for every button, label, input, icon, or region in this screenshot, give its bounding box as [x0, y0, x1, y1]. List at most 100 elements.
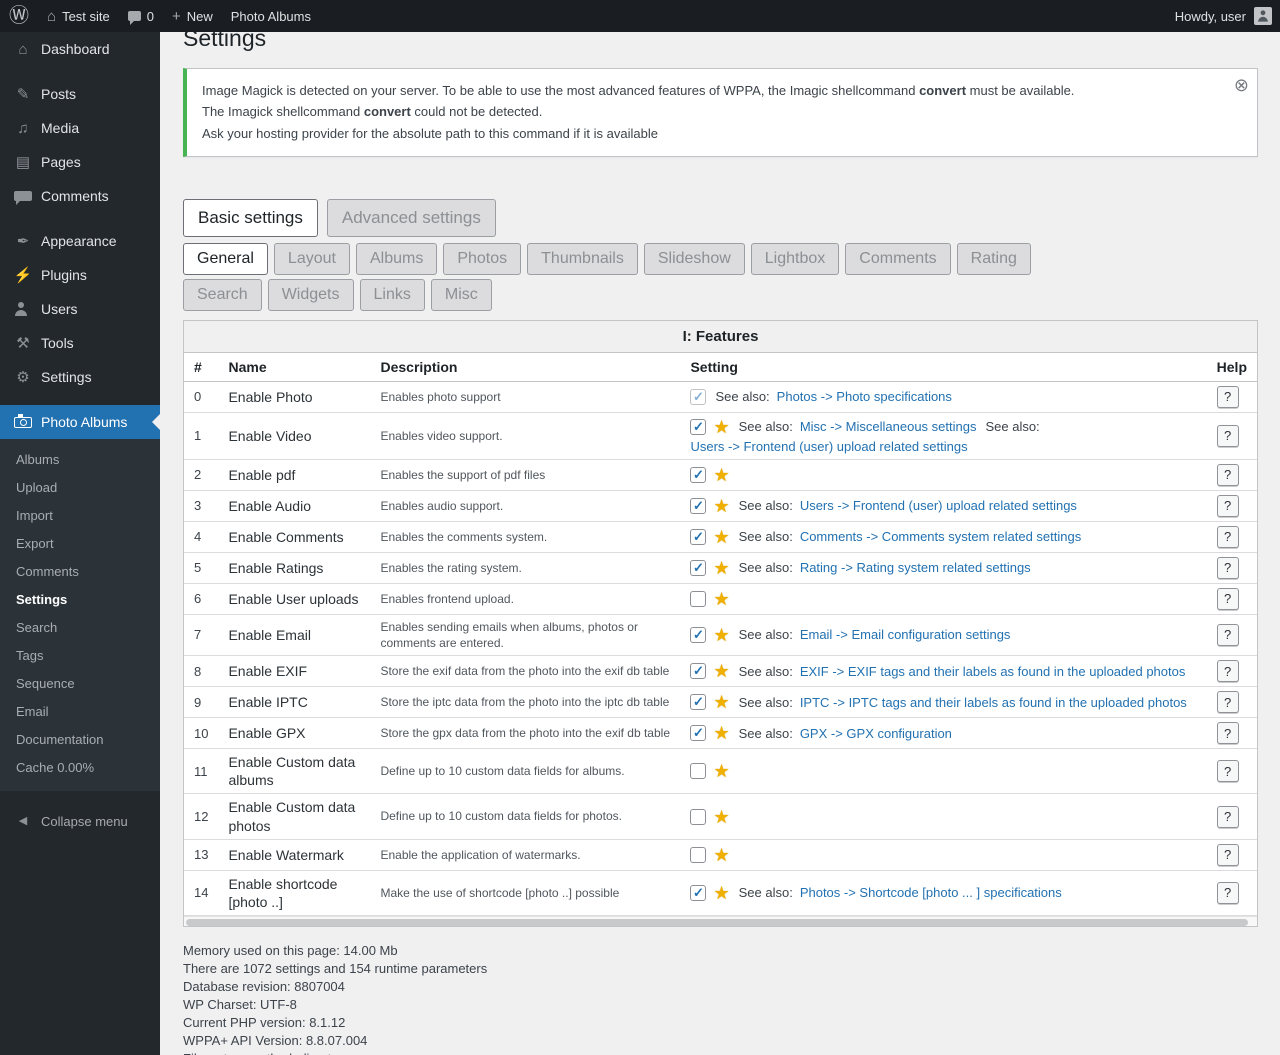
enable-checkbox[interactable]	[690, 763, 706, 779]
help-button[interactable]: ?	[1217, 526, 1239, 548]
see-also-link[interactable]: EXIF -> EXIF tags and their labels as fo…	[800, 664, 1186, 679]
enable-checkbox[interactable]: ✓	[690, 498, 706, 514]
sidebar-item-posts[interactable]: ✎Posts	[0, 77, 160, 111]
help-button[interactable]: ?	[1217, 464, 1239, 486]
enable-checkbox[interactable]: ✓	[690, 467, 706, 483]
see-also-link[interactable]: Rating -> Rating system related settings	[800, 560, 1031, 575]
tab-lightbox[interactable]: Lightbox	[751, 243, 840, 275]
tab-advanced-settings[interactable]: Advanced settings	[327, 199, 496, 236]
enable-checkbox[interactable]: ✓	[690, 529, 706, 545]
help-button[interactable]: ?	[1217, 760, 1239, 782]
photo-albums-toolbar-link[interactable]: Photo Albums	[222, 0, 320, 32]
tab-widgets[interactable]: Widgets	[268, 279, 354, 311]
table-scrollbar-thumb[interactable]	[186, 919, 1248, 926]
tab-comments[interactable]: Comments	[845, 243, 950, 275]
sidebar-item-media[interactable]: ♫Media	[0, 111, 160, 145]
submenu-item-tags[interactable]: Tags	[0, 642, 160, 670]
submenu-item-email[interactable]: Email	[0, 698, 160, 726]
submenu-item-upload[interactable]: Upload	[0, 474, 160, 502]
avatar[interactable]	[1254, 7, 1272, 25]
tab-search[interactable]: Search	[183, 279, 262, 311]
submenu-item-comments[interactable]: Comments	[0, 558, 160, 586]
tab-thumbnails[interactable]: Thumbnails	[527, 243, 638, 275]
tab-misc[interactable]: Misc	[431, 279, 492, 311]
sidebar-item-label: Pages	[41, 153, 81, 171]
tab-basic-settings[interactable]: Basic settings	[183, 199, 318, 236]
help-button[interactable]: ?	[1217, 425, 1239, 447]
help-cell: ?	[1207, 656, 1257, 687]
enable-checkbox[interactable]: ✓	[690, 663, 706, 679]
help-button[interactable]: ?	[1217, 660, 1239, 682]
enable-checkbox[interactable]: ✓	[690, 560, 706, 576]
help-button[interactable]: ?	[1217, 386, 1239, 408]
tab-albums[interactable]: Albums	[356, 243, 437, 275]
see-also-link[interactable]: Users -> Frontend (user) upload related …	[690, 439, 967, 454]
sidebar-item-users[interactable]: Users	[0, 292, 160, 326]
help-button[interactable]: ?	[1217, 882, 1239, 904]
help-button[interactable]: ?	[1217, 624, 1239, 646]
enable-checkbox[interactable]: ✓	[690, 694, 706, 710]
enable-checkbox[interactable]	[690, 847, 706, 863]
enable-checkbox[interactable]	[690, 591, 706, 607]
see-also-link[interactable]: IPTC -> IPTC tags and their labels as fo…	[800, 695, 1187, 710]
help-button[interactable]: ?	[1217, 557, 1239, 579]
tab-photos[interactable]: Photos	[443, 243, 521, 275]
sidebar-item-dashboard[interactable]: ⌂Dashboard	[0, 32, 160, 66]
enable-checkbox[interactable]: ✓	[690, 627, 706, 643]
collapse-menu-button[interactable]: ◀ Collapse menu	[0, 803, 160, 840]
sidebar-item-appearance[interactable]: ✒Appearance	[0, 224, 160, 258]
comments-bubble-link[interactable]: 0	[119, 0, 163, 32]
tab-layout[interactable]: Layout	[274, 243, 350, 275]
see-also-link[interactable]: Email -> Email configuration settings	[800, 627, 1011, 642]
help-button[interactable]: ?	[1217, 806, 1239, 828]
help-button[interactable]: ?	[1217, 588, 1239, 610]
tab-links[interactable]: Links	[360, 279, 425, 311]
sidebar-item-pages[interactable]: ▤Pages	[0, 145, 160, 179]
see-also-link[interactable]: Photos -> Shortcode [photo ... ] specifi…	[800, 885, 1062, 900]
enable-checkbox[interactable]	[690, 809, 706, 825]
help-button[interactable]: ?	[1217, 722, 1239, 744]
home-icon: ⌂	[47, 9, 56, 24]
help-button[interactable]: ?	[1217, 495, 1239, 517]
see-also-link[interactable]: Comments -> Comments system related sett…	[800, 529, 1081, 544]
table-row: 8Enable EXIFStore the exif data from the…	[184, 656, 1257, 687]
sidebar-item-photo-albums[interactable]: Photo Albums	[0, 405, 160, 439]
help-button[interactable]: ?	[1217, 844, 1239, 866]
tab-general[interactable]: General	[183, 243, 268, 275]
enable-checkbox[interactable]: ✓	[690, 885, 706, 901]
sidebar-item-plugins[interactable]: ⚡Plugins	[0, 258, 160, 292]
see-also-link[interactable]: Photos -> Photo specifications	[777, 389, 952, 404]
wp-logo-button[interactable]: Ⓦ	[0, 0, 38, 32]
new-content-link[interactable]: + New	[163, 0, 222, 32]
submenu-item-cache-0-00[interactable]: Cache 0.00%	[0, 754, 160, 782]
dismiss-notice-icon[interactable]: ⊗	[1234, 76, 1249, 94]
submenu-item-export[interactable]: Export	[0, 530, 160, 558]
table-title: I: Features	[184, 321, 1257, 353]
col-name: Name	[218, 353, 370, 382]
see-also-link[interactable]: GPX -> GPX configuration	[800, 726, 952, 741]
help-button[interactable]: ?	[1217, 691, 1239, 713]
submenu-item-sequence[interactable]: Sequence	[0, 670, 160, 698]
sidebar-item-settings[interactable]: ⚙Settings	[0, 360, 160, 394]
enable-checkbox[interactable]: ✓	[690, 419, 706, 435]
sidebar-item-tools[interactable]: ⚒Tools	[0, 326, 160, 360]
howdy-link[interactable]: Howdy, user	[1175, 9, 1246, 24]
tab-rating[interactable]: Rating	[957, 243, 1031, 275]
site-name-link[interactable]: ⌂ Test site	[38, 0, 119, 32]
submenu-item-documentation[interactable]: Documentation	[0, 726, 160, 754]
settings-icon: ⚙	[14, 370, 32, 385]
tab-slideshow[interactable]: Slideshow	[644, 243, 745, 275]
submenu-item-settings[interactable]: Settings	[0, 586, 160, 614]
table-row: 0Enable PhotoEnables photo support✓See a…	[184, 381, 1257, 412]
setting-name: Enable Custom data photos	[218, 794, 370, 839]
see-also-link[interactable]: Users -> Frontend (user) upload related …	[800, 498, 1077, 513]
table-scrollbar[interactable]	[184, 916, 1257, 926]
sidebar-item-label: Comments	[41, 187, 109, 205]
enable-checkbox[interactable]: ✓	[690, 725, 706, 741]
submenu-item-import[interactable]: Import	[0, 502, 160, 530]
see-also-link[interactable]: Misc -> Miscellaneous settings	[800, 419, 977, 434]
enable-checkbox[interactable]: ✓	[690, 389, 706, 405]
sidebar-item-comments[interactable]: Comments	[0, 179, 160, 213]
submenu-item-albums[interactable]: Albums	[0, 446, 160, 474]
submenu-item-search[interactable]: Search	[0, 614, 160, 642]
